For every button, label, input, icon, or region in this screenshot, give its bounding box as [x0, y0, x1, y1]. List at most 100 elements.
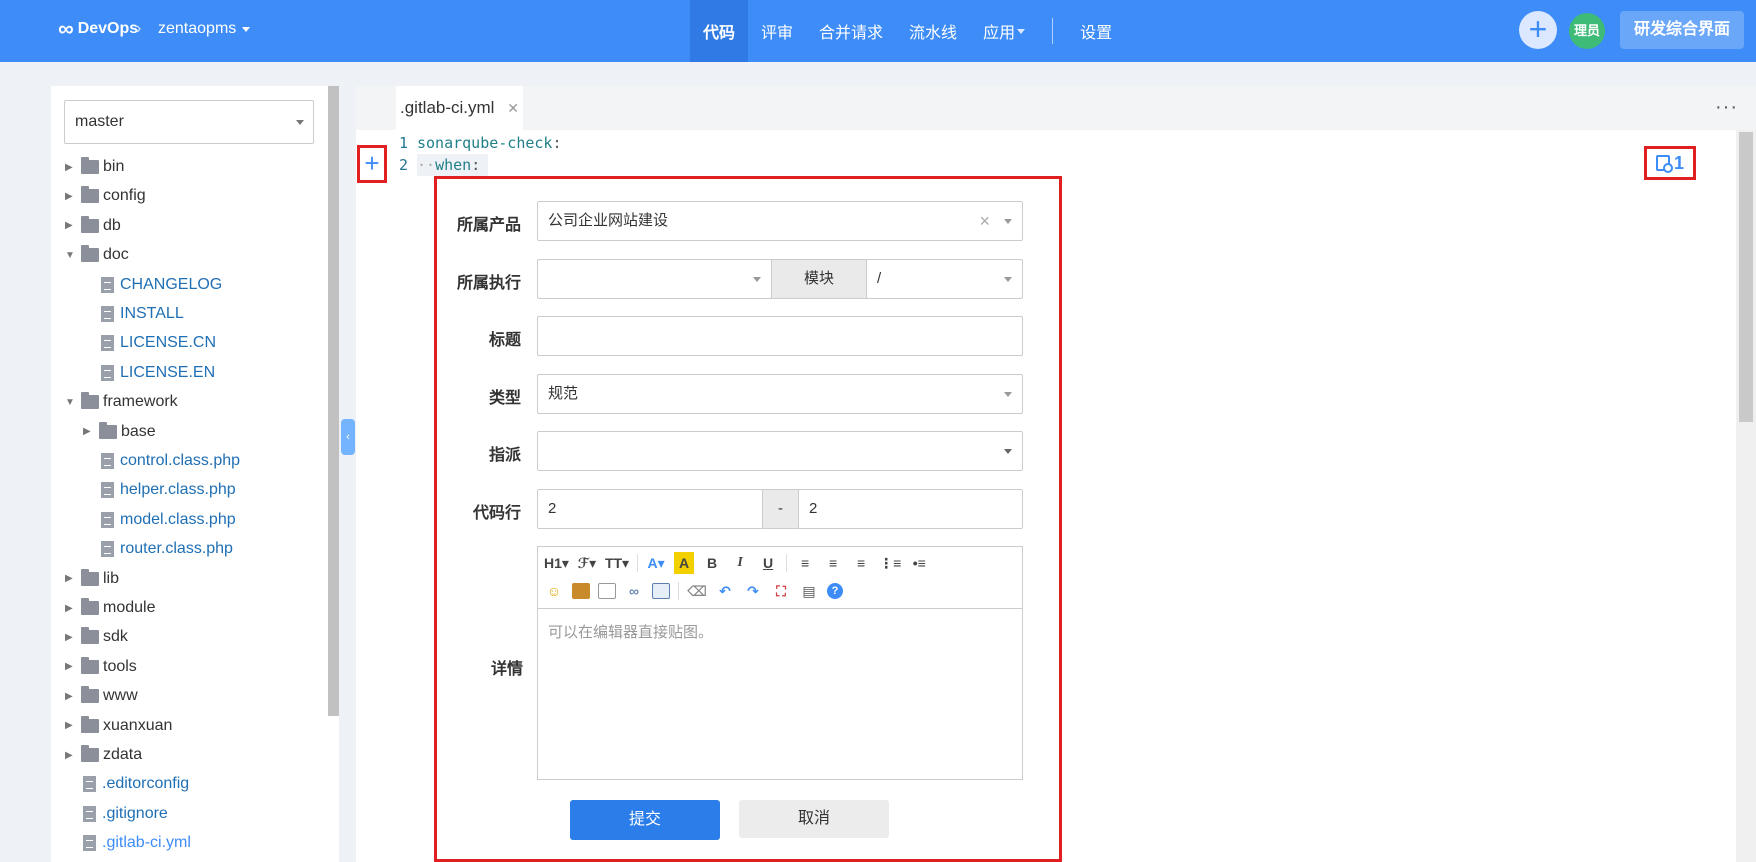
add-issue-plus-icon[interactable]: + [357, 145, 387, 183]
tree-file[interactable]: LICENSE.EN [101, 360, 215, 386]
assign-select[interactable] [537, 431, 1023, 471]
devops-logo[interactable]: ∞ DevOps [58, 18, 138, 40]
help-icon[interactable]: ? [827, 583, 843, 599]
tree-folder[interactable]: ▶ base [83, 419, 156, 445]
link-icon[interactable]: ∞ [624, 580, 644, 602]
submit-button[interactable]: 提交 [570, 800, 720, 840]
type-select[interactable]: 规范 [537, 374, 1023, 414]
cancel-button[interactable]: 取消 [739, 800, 889, 838]
source-icon[interactable]: ▤ [799, 580, 819, 602]
line-start-input[interactable]: 2 [537, 489, 763, 529]
tree-file[interactable]: CHANGELOG [101, 272, 222, 298]
branch-select[interactable]: master [64, 100, 314, 144]
caret-right-icon[interactable]: ▶ [65, 720, 77, 731]
tree-file[interactable]: .editorconfig [83, 771, 189, 797]
scrollbar-thumb[interactable] [1739, 132, 1753, 422]
tree-folder[interactable]: ▶ db [65, 213, 121, 239]
file-tab[interactable]: .gitlab-ci.yml ✕ [396, 86, 523, 130]
product-select[interactable]: 公司企业网站建设 × [537, 201, 1023, 241]
detail-editor[interactable]: 可以在编辑器直接贴图。 [537, 608, 1023, 780]
caret-right-icon[interactable]: ▶ [65, 220, 77, 231]
fullscreen-icon[interactable]: ⛶ [771, 580, 791, 602]
nav-apps[interactable]: 应用 [970, 0, 1038, 62]
nav-settings[interactable]: 设置 [1067, 0, 1125, 62]
font-size-icon[interactable]: TT▾ [605, 552, 629, 574]
ordered-list-icon[interactable]: ⋮≡ [879, 552, 901, 574]
highlight-color-icon[interactable]: A [674, 552, 695, 574]
nav-merge-request[interactable]: 合并请求 [806, 0, 896, 62]
emoji-icon[interactable]: ☺ [544, 580, 564, 602]
tree-file[interactable]: .gitignore [83, 801, 168, 827]
close-icon[interactable]: ✕ [507, 100, 519, 116]
underline-icon[interactable]: U [758, 552, 778, 574]
nav-divider [1052, 18, 1054, 44]
sidebar-scrollbar[interactable] [328, 86, 339, 716]
tree-folder[interactable]: ▶ bin [65, 154, 124, 180]
tree-folder[interactable]: ▼ framework [65, 389, 178, 415]
caret-right-icon[interactable]: ▶ [65, 661, 77, 672]
unordered-list-icon[interactable]: •≡ [909, 552, 929, 574]
code-block-icon[interactable] [598, 583, 616, 599]
tree-file[interactable]: INSTALL [101, 301, 184, 327]
caret-down-icon[interactable]: ▼ [65, 397, 77, 408]
tree-folder[interactable]: ▶ module [65, 595, 155, 621]
align-left-icon[interactable]: ≡ [795, 552, 815, 574]
nav-pipeline[interactable]: 流水线 [896, 0, 970, 62]
caret-down-icon [1004, 449, 1012, 454]
caret-right-icon[interactable]: ▶ [65, 632, 77, 643]
project-switcher[interactable]: zentaopms [158, 20, 251, 38]
execution-select[interactable] [537, 259, 772, 299]
font-family-icon[interactable]: ℱ▾ [577, 552, 597, 574]
title-input[interactable] [537, 316, 1023, 356]
table-icon[interactable] [652, 583, 670, 599]
tree-folder[interactable]: ▶ config [65, 183, 146, 209]
tree-file[interactable]: .gitlab-ci.yml [83, 830, 191, 856]
caret-right-icon[interactable]: ▶ [65, 691, 77, 702]
eraser-icon[interactable]: ⌫ [687, 580, 707, 602]
create-plus-icon[interactable]: + [1519, 11, 1557, 49]
issue-count-badge[interactable]: 1 [1644, 146, 1696, 180]
tree-folder[interactable]: ▶ zdata [65, 742, 142, 768]
caret-right-icon[interactable]: ▶ [83, 426, 95, 437]
tree-folder[interactable]: ▶ tools [65, 654, 137, 680]
align-center-icon[interactable]: ≡ [823, 552, 843, 574]
yaml-key: sonarqube-check [417, 134, 553, 152]
clear-icon[interactable]: × [979, 202, 990, 240]
collapse-sidebar-icon[interactable]: ‹ [341, 419, 355, 455]
tree-file[interactable]: router.class.php [101, 536, 233, 562]
more-icon[interactable]: ··· [1715, 96, 1738, 119]
italic-icon[interactable]: I [730, 552, 750, 574]
tree-folder[interactable]: ▼ doc [65, 242, 129, 268]
tree-folder[interactable]: ▶ xuanxuan [65, 713, 172, 739]
nav-review[interactable]: 评审 [748, 0, 806, 62]
font-color-icon[interactable]: A▾ [646, 552, 666, 574]
editor-scrollbar[interactable] [1736, 130, 1756, 862]
tree-file[interactable]: helper.class.php [101, 477, 236, 503]
redo-icon[interactable]: ↷ [743, 580, 763, 602]
avatar[interactable]: 理员 [1569, 13, 1605, 49]
tree-folder[interactable]: ▶ lib [65, 566, 119, 592]
tree-item-label: router.class.php [120, 540, 233, 558]
caret-right-icon[interactable]: ▶ [65, 162, 77, 173]
tree-file[interactable]: LICENSE.CN [101, 330, 216, 356]
nav-code[interactable]: 代码 [690, 0, 749, 62]
tree-folder[interactable]: ▶ sdk [65, 624, 128, 650]
tree-file[interactable]: control.class.php [101, 448, 240, 474]
tree-folder[interactable]: ▶ www [65, 683, 138, 709]
caret-right-icon[interactable]: ▶ [65, 573, 77, 584]
caret-right-icon[interactable]: ▶ [65, 750, 77, 761]
caret-right-icon[interactable]: ▶ [65, 191, 77, 202]
folder-icon [81, 392, 99, 410]
image-icon[interactable] [572, 583, 590, 599]
top-navbar: ∞ DevOps › zentaopms 代码 评审 合并请求 流水线 应用 设… [0, 0, 1756, 62]
caret-right-icon[interactable]: ▶ [65, 603, 77, 614]
module-select[interactable]: / [866, 259, 1023, 299]
heading-icon[interactable]: H1▾ [544, 552, 569, 574]
tree-file[interactable]: model.class.php [101, 507, 236, 533]
caret-down-icon[interactable]: ▼ [65, 250, 77, 261]
rd-workspace-button[interactable]: 研发综合界面 [1620, 11, 1744, 49]
undo-icon[interactable]: ↶ [715, 580, 735, 602]
align-right-icon[interactable]: ≡ [851, 552, 871, 574]
bold-icon[interactable]: B [702, 552, 722, 574]
line-end-input[interactable]: 2 [798, 489, 1023, 529]
